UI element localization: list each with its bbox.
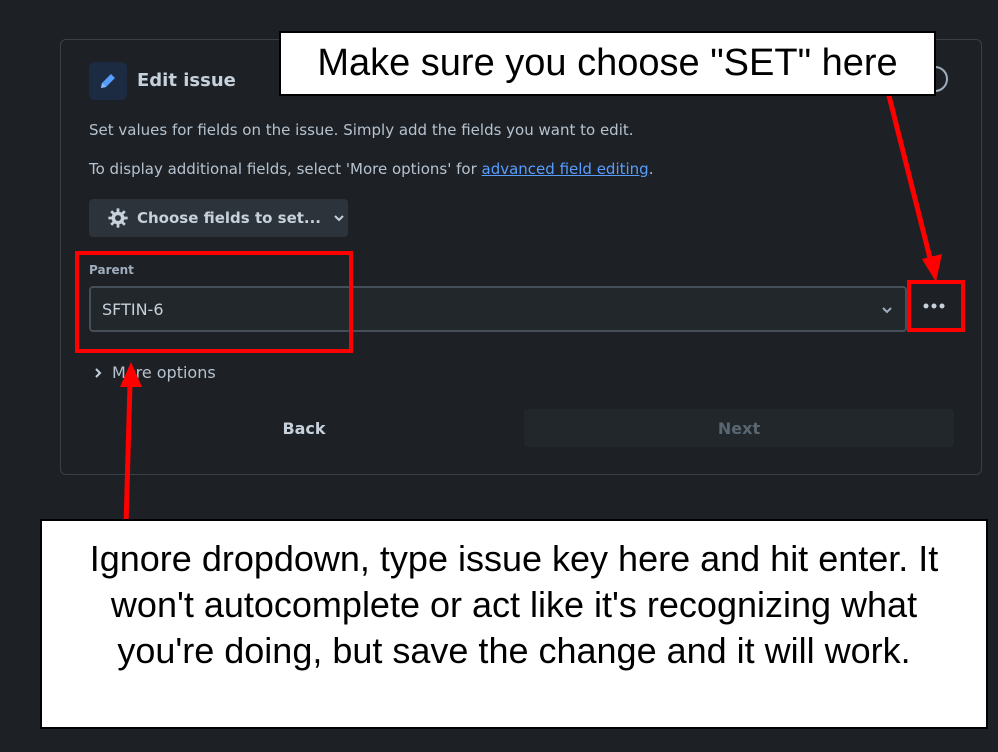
pencil-icon <box>89 62 127 100</box>
description-line-1: Set values for fields on the issue. Simp… <box>89 121 634 139</box>
next-button[interactable]: Next <box>524 409 954 447</box>
chevron-down-icon <box>882 307 892 314</box>
more-options-toggle[interactable]: More options <box>92 363 216 382</box>
chevron-right-icon <box>95 367 102 378</box>
callout-choose-set: Make sure you choose "SET" here <box>279 31 936 96</box>
chevron-down-icon <box>334 215 344 222</box>
description-line-2-prefix: To display additional fields, select 'Mo… <box>89 160 482 178</box>
more-options-label: More options <box>112 363 216 382</box>
description-line-2-suffix: . <box>648 160 654 178</box>
parent-select[interactable]: SFTIN-6 <box>89 286 907 332</box>
parent-field-label: Parent <box>89 263 134 277</box>
callout-type-issue-key: Ignore dropdown, type issue key here and… <box>40 519 988 729</box>
more-dots-icon <box>923 303 945 309</box>
gear-icon <box>108 208 128 228</box>
advanced-field-editing-link[interactable]: advanced field editing <box>482 160 649 178</box>
more-actions-button[interactable] <box>914 286 954 326</box>
description-line-2: To display additional fields, select 'Mo… <box>89 160 653 178</box>
back-button[interactable]: Back <box>89 410 519 446</box>
choose-fields-button[interactable]: Choose fields to set... <box>89 199 348 237</box>
choose-fields-label: Choose fields to set... <box>137 209 322 227</box>
parent-select-value: SFTIN-6 <box>102 299 164 319</box>
dialog-title: Edit issue <box>137 70 236 91</box>
